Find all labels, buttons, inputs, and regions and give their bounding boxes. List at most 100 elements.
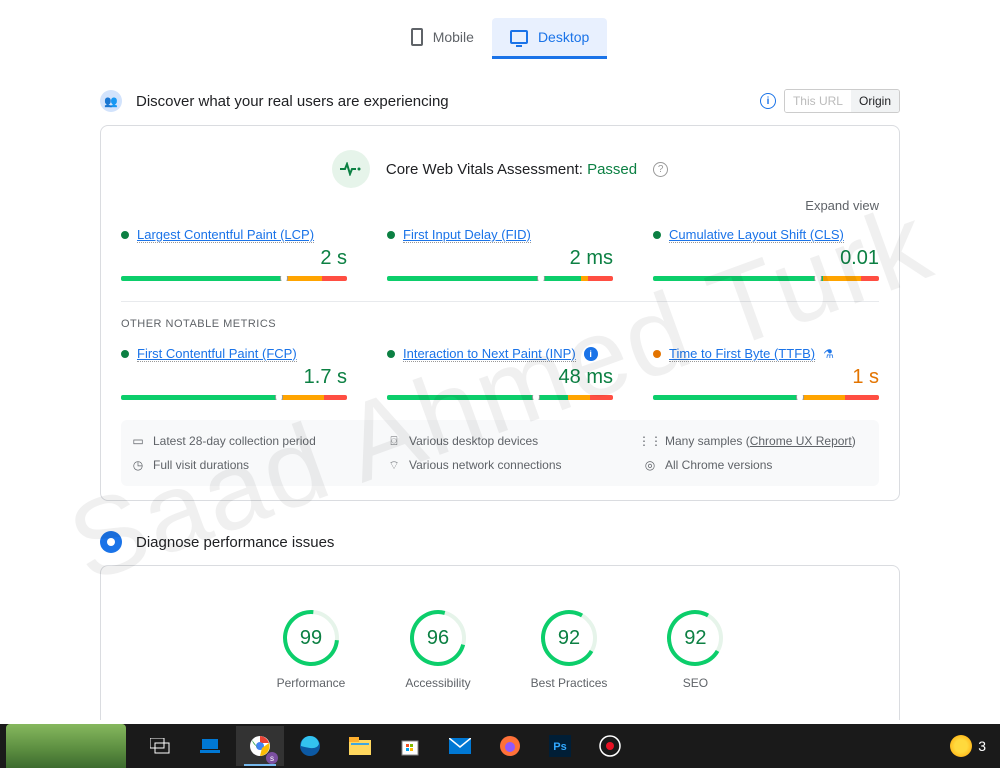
tab-desktop[interactable]: Desktop [492, 18, 607, 59]
metric-name-link[interactable]: Largest Contentful Paint (LCP) [137, 227, 314, 243]
score-gauge[interactable]: 92 Best Practices [531, 610, 608, 690]
metric-value: 0.01 [653, 247, 879, 270]
users-icon: 👥 [100, 90, 122, 112]
edge-app-icon[interactable] [286, 726, 334, 766]
gauge-circle: 96 [410, 610, 466, 666]
metric-name-link[interactable]: Time to First Byte (TTFB) [669, 346, 815, 362]
section-header-diagnose: Diagnose performance issues [100, 531, 900, 553]
other-metrics-heading: OTHER NOTABLE METRICS [121, 318, 879, 330]
gauge-circle: 99 [283, 610, 339, 666]
metric: Time to First Byte (TTFB) ⚗ 1 s [653, 346, 879, 400]
metric-value: 1.7 s [121, 366, 347, 389]
status-dot [653, 350, 661, 358]
status-dot [387, 350, 395, 358]
firefox-app-icon[interactable] [486, 726, 534, 766]
record-app-icon[interactable] [586, 726, 634, 766]
info-badge-icon[interactable]: i [584, 347, 598, 361]
diagnose-icon [100, 531, 122, 553]
vitals-card: Core Web Vitals Assessment: Passed ? Exp… [100, 125, 900, 501]
crux-link[interactable]: Chrome UX Report [750, 434, 852, 448]
metric-bar [653, 395, 879, 400]
metric-value: 48 ms [387, 366, 613, 389]
wifi-icon: ⌔ [387, 458, 401, 472]
footer-samples: ⋮⋮Many samples (Chrome UX Report) [643, 434, 869, 448]
taskbar-tray[interactable]: 3 [950, 735, 994, 757]
metrics-main-row: Largest Contentful Paint (LCP) 2 s First I… [121, 227, 879, 281]
desktop-icon [510, 30, 528, 44]
metric-name-link[interactable]: Cumulative Layout Shift (CLS) [669, 227, 844, 243]
section-header-discover: 👥 Discover what your real users are expe… [100, 89, 900, 113]
status-dot [387, 231, 395, 239]
chrome-app-icon[interactable]: s [236, 726, 284, 766]
bar-marker [537, 276, 545, 281]
footer-chrome: ◎All Chrome versions [643, 458, 869, 472]
scope-toggle: This URL Origin [784, 89, 900, 113]
bar-marker [796, 395, 804, 400]
footer-network: ⌔Various network connections [387, 458, 613, 472]
metric-value: 2 s [121, 247, 347, 270]
gauge-circle: 92 [667, 610, 723, 666]
start-button[interactable] [6, 724, 126, 768]
task-view-icon[interactable] [136, 726, 184, 766]
mobile-icon [411, 28, 423, 46]
tab-label: Mobile [433, 29, 474, 45]
section-title: Diagnose performance issues [136, 534, 334, 551]
bar-marker [532, 395, 540, 400]
metric-bar [121, 395, 347, 400]
score-label: Performance [277, 676, 346, 690]
lighthouse-card: 99 Performance 96 Accessibility 92 Best Pract… [100, 565, 900, 720]
status-dot [121, 231, 129, 239]
divider [121, 301, 879, 302]
metric-bar [387, 276, 613, 281]
bar-marker [814, 276, 822, 281]
samples-icon: ⋮⋮ [643, 434, 657, 448]
svg-text:Ps: Ps [553, 741, 566, 753]
experimental-icon: ⚗ [823, 347, 834, 361]
metric-value: 1 s [653, 366, 879, 389]
metric-name-link[interactable]: Interaction to Next Paint (INP) [403, 346, 576, 362]
help-icon[interactable]: ? [653, 162, 668, 177]
collection-footer: ▭Latest 28-day collection period ⌼Variou… [121, 420, 879, 486]
devices-icon: ⌼ [387, 434, 401, 448]
photoshop-app-icon[interactable]: Ps [536, 726, 584, 766]
clock-icon: ◷ [131, 458, 145, 472]
calendar-icon: ▭ [131, 434, 145, 448]
gauge-circle: 92 [541, 610, 597, 666]
metric: Interaction to Next Paint (INP) i 48 ms [387, 346, 613, 400]
weather-icon [950, 735, 972, 757]
tab-mobile[interactable]: Mobile [393, 18, 492, 59]
metrics-other-row: First Contentful Paint (FCP) 1.7 s Interac… [121, 346, 879, 400]
score-label: Accessibility [405, 676, 470, 690]
metric: First Contentful Paint (FCP) 1.7 s [121, 346, 347, 400]
tab-label: Desktop [538, 29, 589, 45]
toggle-origin[interactable]: Origin [851, 90, 899, 112]
laptop-app-icon[interactable] [186, 726, 234, 766]
score-gauge[interactable]: 92 SEO [667, 610, 723, 690]
explorer-app-icon[interactable] [336, 726, 384, 766]
vitals-pulse-icon [332, 150, 370, 188]
score-gauge[interactable]: 99 Performance [277, 610, 346, 690]
chrome-icon: ◎ [643, 458, 657, 472]
score-label: SEO [667, 676, 723, 690]
metric: First Input Delay (FID)2 ms [387, 227, 613, 281]
expand-view-link[interactable]: Expand view [121, 198, 879, 213]
metric: Largest Contentful Paint (LCP) 2 s [121, 227, 347, 281]
metric-name-link[interactable]: First Input Delay (FID) [403, 227, 531, 243]
info-icon[interactable]: i [760, 93, 776, 109]
score-label: Best Practices [531, 676, 608, 690]
metric: Cumulative Layout Shift (CLS) 0.01 [653, 227, 879, 281]
mail-app-icon[interactable] [436, 726, 484, 766]
metric-bar [121, 276, 347, 281]
assessment-text: Core Web Vitals Assessment: Passed [386, 161, 637, 178]
metric-name-link[interactable]: First Contentful Paint (FCP) [137, 346, 297, 362]
windows-taskbar: s Ps 3 [0, 724, 1000, 768]
footer-devices: ⌼Various desktop devices [387, 434, 613, 448]
toggle-this-url[interactable]: This URL [785, 90, 851, 112]
temperature: 3 [978, 738, 986, 754]
score-gauge[interactable]: 96 Accessibility [405, 610, 470, 690]
metric-bar [653, 276, 879, 281]
store-app-icon[interactable] [386, 726, 434, 766]
device-tabs: Mobile Desktop [20, 18, 980, 59]
status-dot [653, 231, 661, 239]
assessment-row: Core Web Vitals Assessment: Passed ? [121, 150, 879, 188]
